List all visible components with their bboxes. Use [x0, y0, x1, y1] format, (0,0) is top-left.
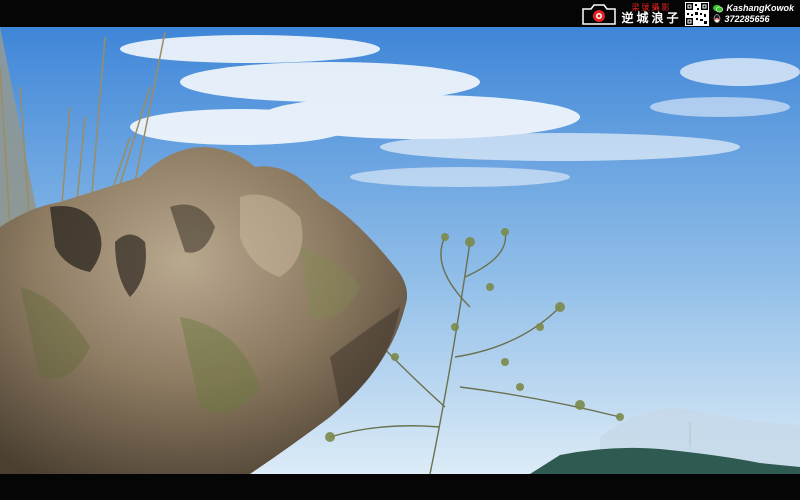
watermark: 梁號攝影 逆城浪子 KashangKowok 372285656 — [581, 1, 794, 26]
photo — [0, 27, 800, 474]
qq-line: 372285656 — [713, 14, 794, 24]
camera-logo-icon — [582, 3, 617, 25]
photo-scene — [0, 27, 800, 474]
watermark-contact: KashangKowok 372285656 — [713, 3, 794, 24]
qq-number: 372285656 — [724, 13, 770, 24]
watermark-chinese-big: 逆城浪子 — [621, 10, 682, 25]
qr-code-icon — [685, 1, 710, 26]
wechat-line: KashangKowok — [713, 3, 794, 13]
qq-penguin-icon — [714, 14, 721, 23]
wechat-id: KashangKowok — [726, 3, 794, 14]
letterbox-bottom — [0, 474, 800, 500]
wechat-icon — [713, 4, 724, 13]
watermark-titles: 梁號攝影 逆城浪子 — [621, 3, 682, 25]
